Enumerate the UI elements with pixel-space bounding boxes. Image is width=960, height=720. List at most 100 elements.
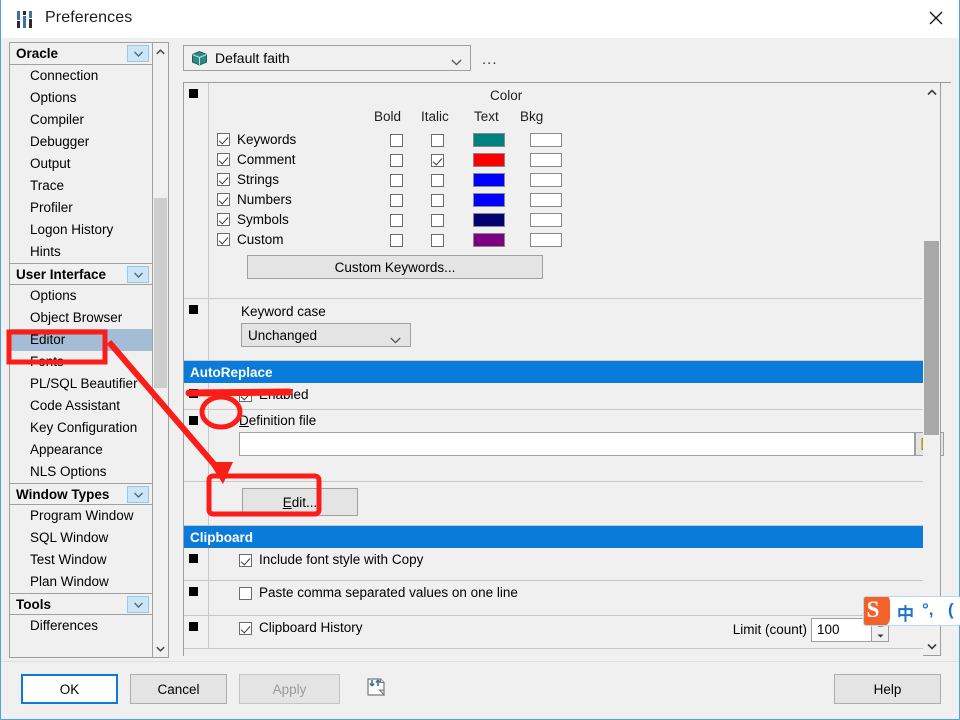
paste-csv-checkbox[interactable] xyxy=(239,587,252,600)
scheme-select[interactable]: Default faith xyxy=(183,45,471,71)
sidebar-group-user-interface[interactable]: User Interface xyxy=(10,263,152,285)
definition-file-input[interactable] xyxy=(239,432,915,456)
ime-punctuation-icon[interactable]: °, xyxy=(922,600,934,620)
enable-checkbox[interactable] xyxy=(217,213,230,227)
scroll-down-icon[interactable] xyxy=(923,637,940,655)
sidebar-item-differences[interactable]: Differences xyxy=(10,615,152,637)
italic-checkbox[interactable] xyxy=(431,214,444,227)
keyword-case-select[interactable]: Unchanged xyxy=(241,323,411,347)
sidebar-group-label: User Interface xyxy=(16,266,107,282)
italic-checkbox[interactable] xyxy=(431,194,444,207)
ime-mode-icon[interactable]: 中 xyxy=(897,600,914,625)
help-button[interactable]: Help xyxy=(834,674,941,704)
include-font-style-checkbox[interactable] xyxy=(239,554,252,567)
enable-checkbox[interactable] xyxy=(217,173,230,187)
chevron-down-icon[interactable] xyxy=(127,596,149,613)
sidebar-item-compiler[interactable]: Compiler xyxy=(10,109,152,131)
bold-checkbox[interactable] xyxy=(390,174,403,187)
stepper-down-icon[interactable] xyxy=(872,630,888,641)
sidebar-item-plsql-beautifier[interactable]: PL/SQL Beautifier xyxy=(10,373,152,395)
sidebar-item-logon-history[interactable]: Logon History xyxy=(10,219,152,241)
bold-checkbox[interactable] xyxy=(390,234,403,247)
sidebar-item-key-configuration[interactable]: Key Configuration xyxy=(10,417,152,439)
enable-checkbox[interactable] xyxy=(217,233,230,247)
syntax-row-comment: Comment xyxy=(217,151,562,171)
sidebar-item-code-assistant[interactable]: Code Assistant xyxy=(10,395,152,417)
sidebar-item-program-window[interactable]: Program Window xyxy=(10,505,152,527)
italic-checkbox[interactable] xyxy=(431,234,444,247)
chevron-down-icon[interactable] xyxy=(390,332,401,347)
scroll-up-icon[interactable] xyxy=(923,83,940,101)
italic-checkbox[interactable] xyxy=(431,174,444,187)
text-color-swatch[interactable] xyxy=(473,213,505,227)
sidebar-item-fonts[interactable]: Fonts xyxy=(10,351,152,373)
text-color-swatch[interactable] xyxy=(473,133,505,147)
autoreplace-enabled-checkbox[interactable] xyxy=(239,389,252,402)
bold-checkbox[interactable] xyxy=(390,154,403,167)
bkg-color-swatch[interactable] xyxy=(530,233,562,247)
chevron-down-icon[interactable] xyxy=(451,54,462,69)
ime-floating-bar[interactable]: S 中 °, ( xyxy=(863,596,960,626)
sidebar-item-options[interactable]: Options xyxy=(10,87,152,109)
text-color-swatch[interactable] xyxy=(473,193,505,207)
scroll-down-icon[interactable] xyxy=(153,640,168,657)
bold-checkbox[interactable] xyxy=(390,194,403,207)
bkg-color-swatch[interactable] xyxy=(530,133,562,147)
cancel-button[interactable]: Cancel xyxy=(130,674,227,704)
block-marker xyxy=(189,554,198,563)
import-export-icon[interactable] xyxy=(365,676,387,698)
sidebar-scroll-thumb[interactable] xyxy=(154,198,167,388)
enable-checkbox[interactable] xyxy=(217,153,230,167)
sidebar-item-debugger[interactable]: Debugger xyxy=(10,131,152,153)
custom-keywords-button[interactable]: Custom Keywords... xyxy=(247,255,543,279)
bkg-color-swatch[interactable] xyxy=(530,153,562,167)
chevron-down-icon[interactable] xyxy=(127,45,149,62)
bold-checkbox[interactable] xyxy=(390,134,403,147)
settings-scrollbar[interactable] xyxy=(923,82,941,656)
enable-checkbox[interactable] xyxy=(217,193,230,207)
italic-checkbox[interactable] xyxy=(431,134,444,147)
sidebar-group-oracle[interactable]: Oracle xyxy=(10,43,152,65)
sidebar-item-object-browser[interactable]: Object Browser xyxy=(10,307,152,329)
sidebar-item-sql-window[interactable]: SQL Window xyxy=(10,527,152,549)
chevron-down-icon[interactable] xyxy=(127,266,149,283)
sidebar-item-profiler[interactable]: Profiler xyxy=(10,197,152,219)
sidebar-item-trace[interactable]: Trace xyxy=(10,175,152,197)
text-color-swatch[interactable] xyxy=(473,173,505,187)
ime-extra-icon[interactable]: ( xyxy=(948,600,954,620)
ok-button[interactable]: OK xyxy=(21,674,118,704)
sidebar-group-window-types[interactable]: Window Types xyxy=(10,483,152,505)
column-header-italic: Italic xyxy=(421,109,449,124)
text-color-swatch[interactable] xyxy=(473,153,505,167)
sidebar-item-nls-options[interactable]: NLS Options xyxy=(10,461,152,483)
settings-scroll-thumb[interactable] xyxy=(924,241,939,435)
sidebar-item-output[interactable]: Output xyxy=(10,153,152,175)
sidebar-item-appearance[interactable]: Appearance xyxy=(10,439,152,461)
enable-checkbox[interactable] xyxy=(217,133,230,147)
scheme-more-button[interactable]: ... xyxy=(482,51,498,68)
chevron-down-icon[interactable] xyxy=(127,486,149,503)
sidebar-scrollbar[interactable] xyxy=(153,42,169,658)
clipboard-history-checkbox[interactable] xyxy=(239,622,252,635)
sidebar-item-ui-options[interactable]: Options xyxy=(10,285,152,307)
sidebar-item-test-window[interactable]: Test Window xyxy=(10,549,152,571)
sidebar-group-tools[interactable]: Tools xyxy=(10,593,152,615)
sidebar-item-editor[interactable]: Editor xyxy=(10,329,152,351)
close-icon[interactable] xyxy=(913,0,959,36)
bkg-color-swatch[interactable] xyxy=(530,173,562,187)
scroll-up-icon[interactable] xyxy=(153,43,168,60)
sidebar-list[interactable]: Oracle Connection Options Compiler Debug… xyxy=(9,42,153,658)
block-marker xyxy=(189,305,198,314)
text-color-swatch[interactable] xyxy=(473,233,505,247)
bold-checkbox[interactable] xyxy=(390,214,403,227)
bkg-color-swatch[interactable] xyxy=(530,213,562,227)
sidebar-item-plan-window[interactable]: Plan Window xyxy=(10,571,152,593)
sidebar-item-connection[interactable]: Connection xyxy=(10,65,152,87)
sidebar-item-hints[interactable]: Hints xyxy=(10,241,152,263)
italic-checkbox[interactable] xyxy=(431,154,444,167)
column-header-bold: Bold xyxy=(374,109,402,124)
sidebar: Oracle Connection Options Compiler Debug… xyxy=(9,42,169,658)
edit-button[interactable]: Edit... xyxy=(242,488,358,516)
bkg-color-swatch[interactable] xyxy=(530,193,562,207)
sogou-logo-icon[interactable]: S xyxy=(864,597,890,625)
